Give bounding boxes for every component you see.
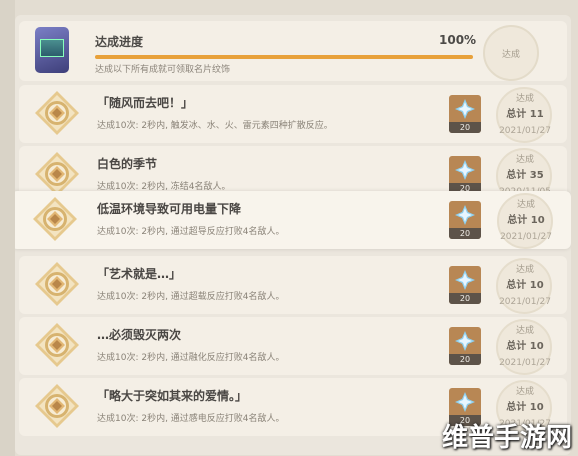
- achievement-row[interactable]: 「随风而去吧！」 达成10次: 2秒内, 触发冰、水、火、雷元素四种扩散反应。 …: [19, 85, 567, 143]
- seal-total: 总计 11: [506, 109, 544, 120]
- achievement-description: 达成10次: 2秒内, 通过融化反应打败4名敌人。: [97, 353, 285, 363]
- achievement-title: 「艺术就是…」: [97, 267, 182, 281]
- achievement-description: 达成10次: 2秒内, 通过感电反应打败4名敌人。: [97, 414, 285, 424]
- achievement-title: …必须毁灭两次: [97, 328, 182, 342]
- medal-icon: [35, 262, 79, 306]
- reward-count: 20: [449, 354, 481, 365]
- primogem-reward: 20: [449, 95, 481, 133]
- achievement-description: 达成10次: 2秒内, 通过超导反应打败4名敌人。: [97, 227, 285, 237]
- primogem-reward: 20: [449, 327, 481, 365]
- medal-icon: [33, 197, 77, 241]
- seal-total: 总计 10: [506, 280, 544, 291]
- achievement-panel: 达成进度 100% 达成以下所有成就可领取名片纹饰 达成 「随风而去吧！」 达成…: [15, 15, 571, 455]
- seal-status: 达成: [515, 155, 534, 165]
- seal-total: 总计 10: [506, 402, 544, 413]
- reward-count: 20: [449, 293, 481, 304]
- achievement-row[interactable]: …必须毁灭两次 达成10次: 2秒内, 通过融化反应打败4名敌人。 20 达成 …: [19, 317, 567, 375]
- primogem-reward: 20: [449, 156, 481, 194]
- primogem-icon: [455, 392, 475, 412]
- seal-status: 达成: [515, 265, 534, 275]
- primogem-reward: 20: [449, 266, 481, 304]
- seal-total: 总计 35: [506, 170, 544, 181]
- reward-count: 20: [449, 122, 481, 133]
- seal-date: 2021/01/27: [500, 232, 552, 242]
- namecard-thumbnail[interactable]: [35, 27, 69, 73]
- achievement-title: 「随风而去吧！」: [97, 96, 194, 110]
- seal-date: 2021/01/27: [499, 358, 551, 368]
- progress-card: 达成进度 100% 达成以下所有成就可领取名片纹饰 达成: [19, 21, 567, 81]
- primogem-icon: [455, 331, 475, 351]
- achievement-description: 达成10次: 2秒内, 通过超载反应打败4名敌人。: [97, 292, 285, 302]
- progress-bar-fill: [95, 55, 473, 59]
- medal-icon: [35, 91, 79, 135]
- primogem-reward: 20: [449, 201, 481, 239]
- seal-total: 总计 10: [506, 341, 544, 352]
- medal-icon: [35, 323, 79, 367]
- primogem-icon: [455, 160, 475, 180]
- medal-icon: [35, 384, 79, 428]
- achievement-row[interactable]: 「艺术就是…」 达成10次: 2秒内, 通过超载反应打败4名敌人。 20 达成 …: [19, 256, 567, 314]
- primogem-icon: [455, 270, 475, 290]
- achievement-title: 低温环境导致可用电量下降: [97, 202, 242, 216]
- progress-seal-label: 达成: [501, 49, 520, 60]
- progress-title: 达成进度: [95, 35, 144, 49]
- progress-bar: [95, 55, 473, 59]
- achievement-description: 达成10次: 2秒内, 触发冰、水、火、雷元素四种扩散反应。: [97, 121, 333, 131]
- seal-status: 达成: [515, 326, 534, 336]
- progress-percent: 100%: [439, 33, 477, 47]
- achievement-row-selected[interactable]: 低温环境导致可用电量下降 达成10次: 2秒内, 通过超导反应打败4名敌人。 2…: [15, 191, 571, 249]
- primogem-icon: [455, 99, 475, 119]
- left-backdrop: [0, 0, 15, 456]
- progress-seal: 达成: [483, 25, 539, 81]
- reward-count: 20: [449, 228, 481, 239]
- seal-date: 2021/01/27: [499, 297, 551, 307]
- primogem-icon: [455, 205, 475, 225]
- seal-date: 2021/01/27: [499, 126, 551, 136]
- achievement-title: 白色的季节: [97, 157, 158, 171]
- seal-status: 达成: [515, 94, 534, 104]
- seal-total: 总计 10: [507, 215, 545, 226]
- seal-status: 达成: [515, 387, 534, 397]
- watermark-text: 维普手游网: [441, 423, 572, 453]
- seal-status: 达成: [516, 200, 535, 210]
- progress-description: 达成以下所有成就可领取名片纹饰: [95, 65, 231, 75]
- achievement-title: 「略大于突如其来的爱情。」: [97, 389, 248, 403]
